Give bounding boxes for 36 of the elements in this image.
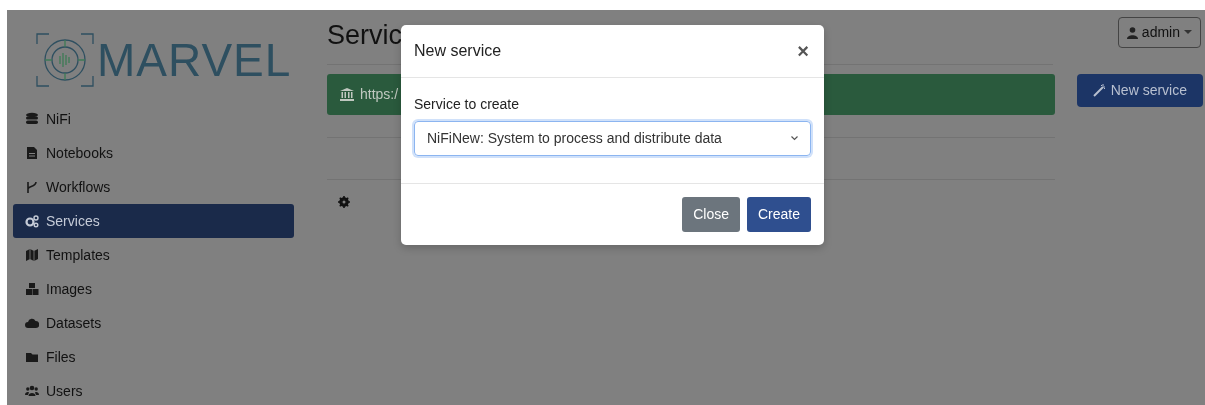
sidebar-item[interactable]: Datasets bbox=[13, 306, 294, 340]
user-menu-button[interactable]: admin bbox=[1117, 17, 1201, 48]
sidebar-item[interactable]: NiFi bbox=[13, 102, 294, 136]
close-button[interactable]: Close bbox=[682, 197, 740, 232]
logo-emblem-icon bbox=[35, 32, 95, 88]
create-button[interactable]: Create bbox=[746, 197, 811, 232]
sidebar-item[interactable]: Services bbox=[13, 204, 294, 238]
folder-icon bbox=[25, 350, 39, 364]
caret-icon bbox=[791, 136, 798, 141]
sidebar-item[interactable]: Templates bbox=[13, 238, 294, 272]
logo-text: MARVEL bbox=[97, 37, 292, 83]
dialog-title: New service bbox=[414, 41, 502, 61]
sidebar-item[interactable]: Notebooks bbox=[13, 136, 294, 170]
caret-icon bbox=[1184, 30, 1192, 35]
sidebar-item[interactable]: Images bbox=[13, 272, 294, 306]
cubes-icon bbox=[25, 282, 39, 296]
document-icon bbox=[25, 146, 39, 160]
user-icon bbox=[1126, 26, 1138, 39]
bank-icon bbox=[340, 88, 354, 101]
cloud-icon bbox=[25, 316, 39, 330]
fork-icon bbox=[25, 180, 39, 194]
sidebar-item[interactable]: Workflows bbox=[13, 170, 294, 204]
field-label: Service to create bbox=[414, 95, 521, 114]
page-title: Servic bbox=[327, 19, 402, 52]
database-icon bbox=[25, 112, 39, 126]
settings-icon[interactable] bbox=[338, 196, 350, 208]
wand-icon bbox=[1092, 84, 1106, 97]
map-icon bbox=[25, 248, 39, 262]
new-service-button[interactable]: New service bbox=[1076, 74, 1203, 107]
sidebar-item[interactable]: Files bbox=[13, 340, 294, 374]
sidebar-item[interactable]: Users bbox=[13, 374, 294, 405]
select-field[interactable]: NiFiNew: System to process and distribute data bbox=[414, 121, 811, 156]
users-icon bbox=[25, 384, 39, 398]
close-button[interactable]: × bbox=[795, 41, 811, 61]
gears-icon bbox=[25, 214, 39, 228]
banner-text: https:/ bbox=[360, 85, 399, 104]
